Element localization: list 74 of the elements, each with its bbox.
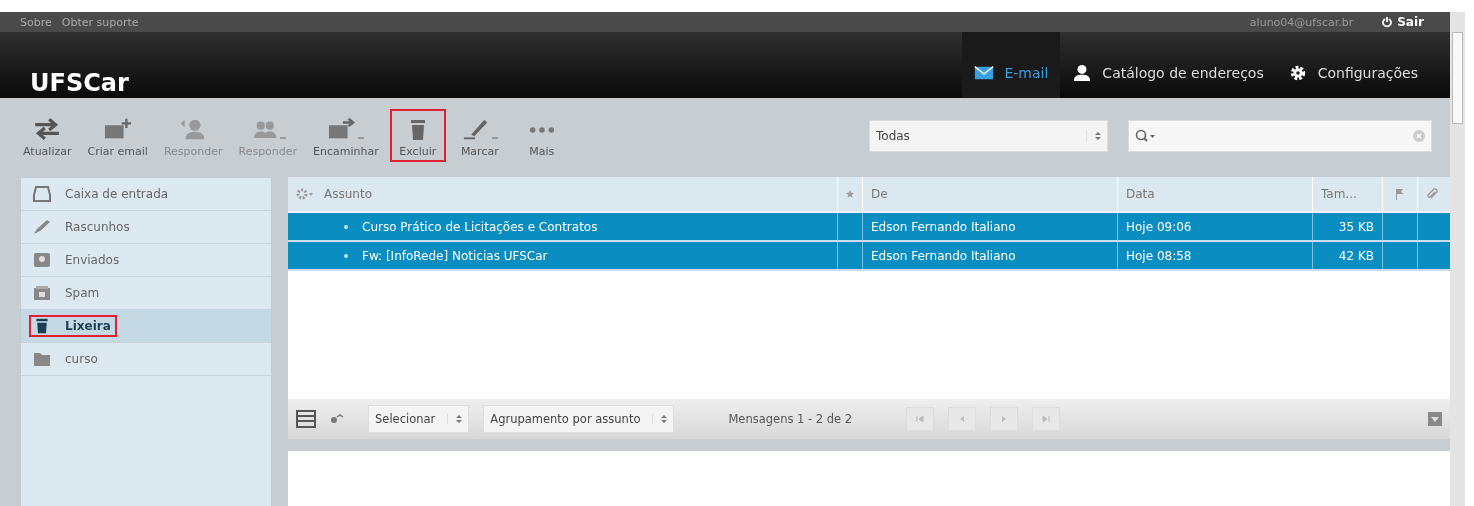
logo: UFSCar xyxy=(29,68,129,98)
nav-tab[interactable]: Catálogo de endereços xyxy=(1060,32,1276,98)
grouping-dropdown[interactable]: Agrupamento por assunto xyxy=(483,405,675,433)
message-subject: Fw: [InfoRede] Noticias UFSCar xyxy=(362,248,548,263)
bullet-icon xyxy=(344,253,348,258)
filter-dropdown[interactable]: Todas xyxy=(869,119,1108,152)
clear-icon[interactable] xyxy=(1413,129,1425,142)
spinner-icon xyxy=(652,414,668,424)
message-row[interactable]: Curso Prático de Licitações e Contratos Edson Fernando Italiano Hoje 09:06 35 KB xyxy=(288,213,1450,242)
first-arrow-icon xyxy=(915,414,926,424)
folder-item[interactable]: Caixa de entrada xyxy=(21,178,271,211)
pen-icon xyxy=(461,117,490,141)
message-subject: Curso Prático de Licitações e Contratos xyxy=(362,219,598,234)
power-icon xyxy=(1381,16,1394,28)
folder-icon xyxy=(33,351,51,367)
toolbar-button[interactable]: Encaminhar xyxy=(308,109,384,162)
folder-item[interactable]: curso xyxy=(21,343,271,376)
nav-tab[interactable]: Configurações xyxy=(1275,32,1430,98)
spinner-icon xyxy=(447,414,463,424)
toolbar-button[interactable]: Atualizar xyxy=(18,109,77,162)
last-page-button[interactable] xyxy=(1032,407,1061,431)
user-email: aluno04@ufscar.br xyxy=(1249,15,1354,29)
toolbar-button[interactable]: Marcar xyxy=(451,109,508,162)
list-view-icon[interactable] xyxy=(296,410,316,428)
expand-icon[interactable] xyxy=(1428,412,1442,426)
folder-item[interactable]: Lixeira xyxy=(21,310,271,343)
column-header[interactable]: Assunto xyxy=(324,187,372,201)
gear-icon[interactable] xyxy=(296,188,314,200)
refresh-icon xyxy=(33,117,62,141)
message-size: 35 KB xyxy=(1313,213,1383,240)
message-sender: Edson Fernando Italiano xyxy=(863,213,1118,240)
caret-icon xyxy=(357,137,364,141)
message-count: Mensagens 1 - 2 de 2 xyxy=(728,412,853,426)
more-icon xyxy=(527,125,556,135)
scrollbar[interactable] xyxy=(1450,12,1465,506)
caret-icon xyxy=(279,137,286,141)
message-date: Hoje 09:06 xyxy=(1118,213,1313,240)
star-icon[interactable] xyxy=(846,188,854,200)
last-arrow-icon xyxy=(1041,414,1052,424)
toolbar-button[interactable]: Criar email xyxy=(82,109,153,162)
pencil-icon xyxy=(33,219,51,235)
toolbar-button[interactable]: Mais xyxy=(513,109,570,162)
select-dropdown[interactable]: Selecionar xyxy=(368,405,470,433)
header-link[interactable]: Sobre xyxy=(20,15,52,29)
nav-tab[interactable]: E-mail xyxy=(962,32,1061,98)
message-row[interactable]: Fw: [InfoRede] Noticias UFSCar Edson Fernando Italiano Hoje 08:58 42 KB xyxy=(288,242,1450,271)
spinner-icon xyxy=(1086,130,1101,141)
flag-icon[interactable] xyxy=(1394,188,1406,200)
folder-item[interactable]: Enviados xyxy=(21,244,271,277)
logout-button[interactable]: Sair xyxy=(1375,14,1430,30)
message-date: Hoje 08:58 xyxy=(1118,242,1313,269)
envelope-arrow-icon xyxy=(327,117,356,141)
header-link[interactable]: Obter suporte xyxy=(61,15,139,29)
column-header[interactable]: De xyxy=(863,177,1118,211)
search-icon xyxy=(1135,128,1157,143)
first-page-button[interactable] xyxy=(906,407,935,431)
inbox-icon xyxy=(33,186,51,202)
folder-item[interactable]: Rascunhos xyxy=(21,211,271,244)
column-header[interactable]: Data xyxy=(1118,177,1313,211)
person-icon xyxy=(1072,64,1093,82)
envelope-plus-icon xyxy=(103,117,132,141)
threads-icon[interactable] xyxy=(330,414,344,424)
paperclip-icon[interactable] xyxy=(1426,188,1438,200)
caret-icon xyxy=(491,137,498,141)
column-header[interactable]: Tam... xyxy=(1313,177,1383,211)
toolbar-button[interactable]: Excluir xyxy=(389,109,446,162)
sent-tray-icon xyxy=(33,252,51,268)
envelope-icon xyxy=(974,64,995,82)
search-field[interactable] xyxy=(1128,119,1432,152)
trash-icon xyxy=(33,318,51,334)
spam-tray-icon xyxy=(33,285,51,301)
message-size: 42 KB xyxy=(1313,242,1383,269)
bullet-icon xyxy=(344,224,348,229)
message-sender: Edson Fernando Italiano xyxy=(863,242,1118,269)
